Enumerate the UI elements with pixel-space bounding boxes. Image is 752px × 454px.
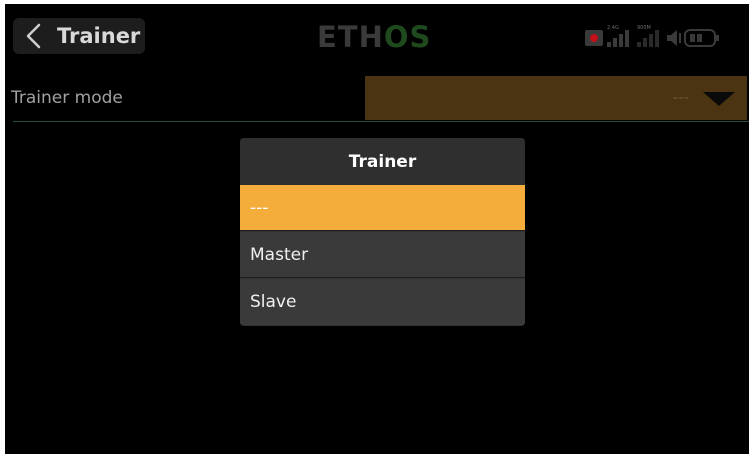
trainer-mode-row: Trainer mode --- <box>5 76 749 122</box>
trainer-mode-value: --- <box>672 88 689 106</box>
status-indicators: 2.4G 900M <box>583 22 743 52</box>
speaker-icon <box>667 30 681 46</box>
dropdown-arrow-icon <box>701 90 737 112</box>
logo-text-accent: OS <box>383 20 432 54</box>
band-2g4-label: 2.4G <box>607 25 619 31</box>
signal-2g4-icon: 2.4G <box>607 25 629 47</box>
header-bar: Trainer ETHOS 2.4G 900M <box>5 4 749 70</box>
ethos-logo: ETHOS <box>317 20 431 54</box>
back-button[interactable]: Trainer <box>13 18 145 54</box>
trainer-mode-select[interactable]: --- <box>365 76 747 120</box>
signal-900m-icon: 900M <box>637 25 659 47</box>
row-divider <box>13 121 749 122</box>
logo-text-main: ETH <box>317 20 384 54</box>
chevron-left-icon <box>21 23 47 49</box>
option-none[interactable]: --- <box>240 185 525 231</box>
trainer-mode-label: Trainer mode <box>11 88 123 108</box>
record-icon <box>585 30 603 46</box>
option-master[interactable]: Master <box>240 232 525 278</box>
band-900m-label: 900M <box>637 25 651 31</box>
trainer-popup: Trainer --- Master Slave <box>240 138 525 326</box>
page-title: Trainer <box>57 24 141 48</box>
popup-title: Trainer <box>240 138 525 185</box>
screen: Trainer ETHOS 2.4G 900M Trainer mode ---… <box>5 4 749 454</box>
option-slave[interactable]: Slave <box>240 279 525 325</box>
battery-icon <box>684 29 719 47</box>
